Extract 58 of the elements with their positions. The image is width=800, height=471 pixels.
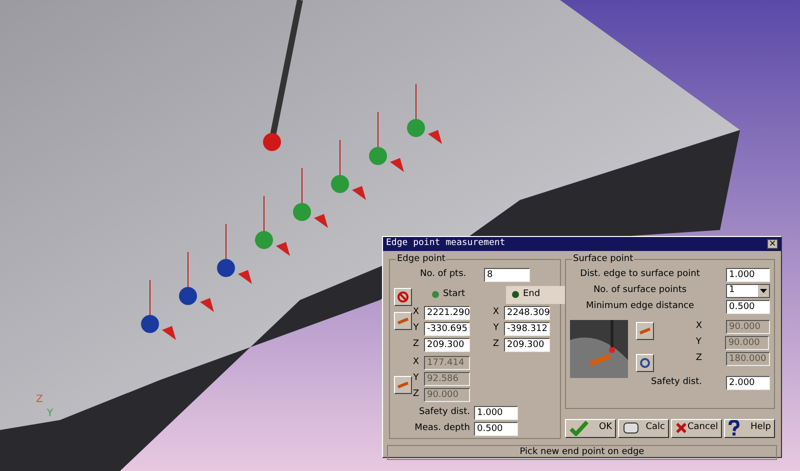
count-dropdown[interactable]: 1 <box>726 284 770 298</box>
probe-icon <box>639 326 651 336</box>
count-field[interactable]: 8 <box>484 268 530 282</box>
dialog-button[interactable]: Help <box>724 418 775 438</box>
field-label: No. of surface points <box>592 284 688 297</box>
coordinate-field[interactable]: 2248.309 <box>504 306 550 320</box>
probe-icon <box>397 380 409 390</box>
axis-label: X <box>696 320 702 333</box>
dialog-button[interactable]: OK <box>565 418 616 438</box>
point-radio[interactable]: End <box>506 286 566 304</box>
axis-label: Y <box>412 372 420 385</box>
axis-label: Z <box>696 352 702 365</box>
field-label: Dist. edge to surface point <box>579 268 701 281</box>
axis-label: Z <box>412 388 420 401</box>
group-title: Edge point <box>396 252 446 266</box>
coordinate-field[interactable]: 209.300 <box>504 338 550 352</box>
status-bar: Pick new end point on edge <box>387 444 777 460</box>
value-field[interactable]: 0.500 <box>726 300 770 314</box>
axis-label: Z <box>412 338 420 351</box>
axis-label: Y <box>696 336 702 349</box>
axis-label: X <box>412 306 420 319</box>
point-radio[interactable]: Start <box>426 286 486 304</box>
window-title: Edge point measurement <box>386 237 506 250</box>
axis-label: X <box>412 356 420 369</box>
prohibition-icon <box>397 290 409 302</box>
axis-label: Y <box>492 322 500 335</box>
coordinate-field[interactable]: -330.695 <box>424 322 470 336</box>
direction-button[interactable] <box>636 322 654 340</box>
field-label: Safety dist. <box>651 376 702 389</box>
value-field[interactable]: 1.000 <box>474 406 518 420</box>
value-field[interactable]: 2.000 <box>726 376 770 390</box>
stop-button[interactable] <box>394 288 412 306</box>
probe-preview-drawing <box>570 320 628 378</box>
field-label: Safety dist. <box>418 406 470 419</box>
coordinate-field[interactable]: -398.312 <box>504 322 550 336</box>
group-title: Surface point <box>572 252 634 266</box>
axis-label: Y <box>412 322 420 335</box>
question-icon <box>728 420 740 436</box>
field-label: Meas. depth <box>414 422 470 435</box>
axis-label: X <box>492 306 500 319</box>
pick-button[interactable] <box>394 312 412 330</box>
reset-button[interactable] <box>636 354 654 372</box>
probe-icon <box>397 316 409 326</box>
checkmark-icon <box>569 420 589 436</box>
dialog-button[interactable]: Calc <box>618 418 669 438</box>
coordinate-field[interactable]: 209.300 <box>424 338 470 352</box>
axis-label: Z <box>36 393 43 407</box>
value-field[interactable]: 0.500 <box>474 422 518 436</box>
axis-label: Z <box>492 338 500 351</box>
axis-label: Y <box>46 407 53 421</box>
dialog-button[interactable]: Cancel <box>671 418 722 438</box>
close-button[interactable]: × <box>767 238 778 249</box>
field-label: No. of pts. <box>420 268 468 281</box>
cross-icon <box>675 420 688 436</box>
field-label: Minimum edge distance <box>584 300 696 313</box>
value-field[interactable]: 1.000 <box>726 268 770 282</box>
direction-button[interactable] <box>394 376 412 394</box>
coordinate-field[interactable]: 2221.290 <box>424 306 470 320</box>
